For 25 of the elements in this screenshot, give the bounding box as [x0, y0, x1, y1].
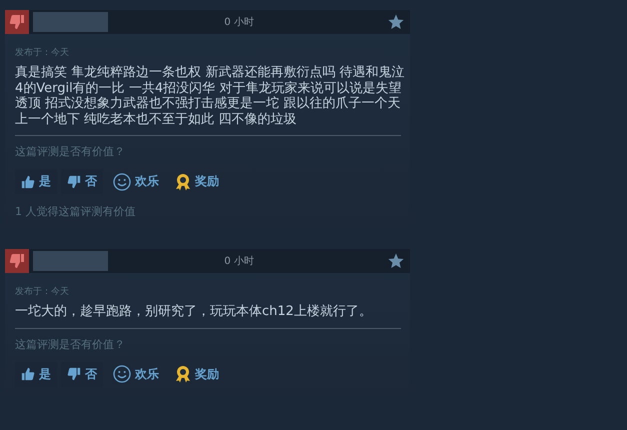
helpful-count: 1 人觉得这篇评测有价值	[15, 204, 136, 219]
thumbs-down-icon	[9, 14, 25, 30]
review-text: 真是搞笑 隼龙纯粹路边一条也权 新武器还能再敷衍点吗 待遇和鬼泣4的Vergil有的一比 一共4招没闪华 对于隼龙玩家来说可以说是失望透顶 招式没想象力武器也不强打击感更是一坨 跟以往的爪子一个天上一个地下 纯吃老本也不至于如此 四不像的垃圾	[15, 65, 406, 127]
playtime-text: 0 小时	[223, 254, 255, 268]
award-button[interactable]: 奖励	[169, 169, 225, 194]
smiley-icon	[113, 365, 131, 383]
star-icon	[388, 14, 404, 30]
playtime-text: 0 小时	[223, 16, 255, 29]
smiley-icon	[113, 172, 131, 190]
award-icon	[175, 172, 191, 190]
award-icon	[175, 365, 191, 383]
funny-button[interactable]: 欢乐	[107, 362, 165, 386]
thumbs-down-icon	[67, 174, 81, 188]
posted-date: 发布于：今天	[15, 286, 70, 298]
thumbs-down-icon	[67, 367, 81, 381]
helpful-question: 这篇评测是否有价值？	[15, 144, 126, 159]
thumbs-up-icon	[21, 174, 35, 188]
award-button[interactable]: 奖励	[169, 362, 225, 386]
thumbs-up-icon	[21, 367, 35, 381]
review-text: 一坨大的，趁早跑路，别研究了，玩玩本体ch12上楼就行了。	[15, 304, 373, 320]
funny-button[interactable]: 欢乐	[107, 169, 165, 194]
posted-date: 发布于：今天	[15, 46, 70, 59]
helpful-question: 这篇评测是否有价值？	[15, 336, 126, 352]
star-icon	[388, 253, 404, 269]
thumbs-down-icon	[9, 253, 25, 269]
